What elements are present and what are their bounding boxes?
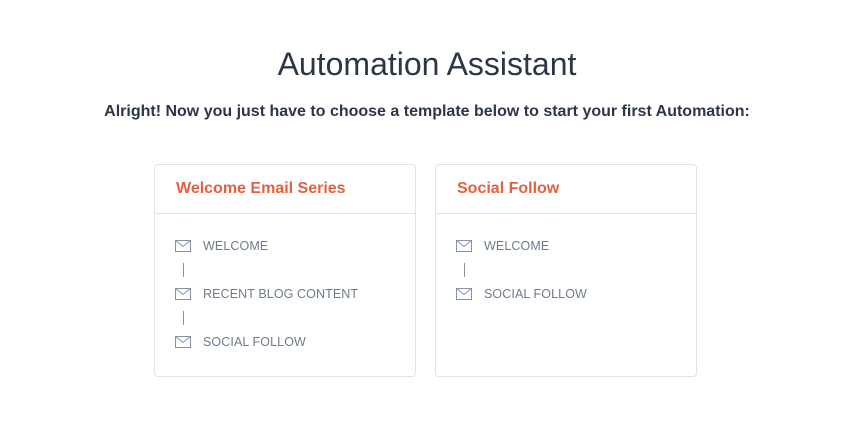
step-label: WELCOME bbox=[203, 239, 269, 253]
envelope-icon bbox=[456, 288, 472, 300]
step-item: SOCIAL FOLLOW bbox=[456, 285, 696, 303]
step-list: WELCOME RECENT BLOG CONTENT SOCIAL FOLLO… bbox=[155, 214, 415, 351]
step-item: WELCOME bbox=[175, 237, 415, 255]
step-label: WELCOME bbox=[484, 239, 550, 253]
card-header: Welcome Email Series bbox=[155, 165, 415, 214]
step-label: RECENT BLOG CONTENT bbox=[203, 287, 359, 301]
envelope-icon bbox=[456, 240, 472, 252]
step-item: RECENT BLOG CONTENT bbox=[175, 285, 415, 303]
page-subtitle: Alright! Now you just have to choose a t… bbox=[104, 103, 750, 120]
step-item: WELCOME bbox=[456, 237, 696, 255]
card-title: Social Follow bbox=[457, 180, 560, 197]
step-item: SOCIAL FOLLOW bbox=[175, 333, 415, 351]
envelope-icon bbox=[175, 336, 191, 348]
card-title: Welcome Email Series bbox=[176, 180, 346, 197]
envelope-icon bbox=[175, 240, 191, 252]
step-connector bbox=[183, 263, 184, 277]
page-title: Automation Assistant bbox=[277, 46, 577, 82]
card-header: Social Follow bbox=[436, 165, 696, 214]
step-list: WELCOME SOCIAL FOLLOW bbox=[436, 214, 696, 303]
step-label: SOCIAL FOLLOW bbox=[203, 335, 306, 349]
template-card-welcome-email-series[interactable]: Welcome Email Series WELCOME RECENT BLOG… bbox=[154, 164, 416, 377]
step-connector bbox=[464, 263, 465, 277]
step-label: SOCIAL FOLLOW bbox=[484, 287, 587, 301]
step-connector bbox=[183, 311, 184, 325]
template-card-social-follow[interactable]: Social Follow WELCOME SOCIAL FOLLOW bbox=[435, 164, 697, 377]
envelope-icon bbox=[175, 288, 191, 300]
